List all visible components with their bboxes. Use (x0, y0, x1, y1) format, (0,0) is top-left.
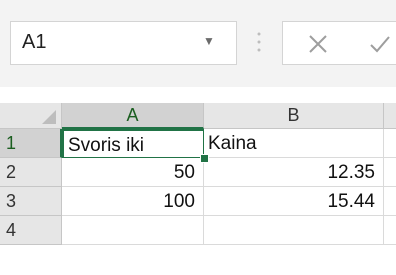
close-icon[interactable] (307, 33, 329, 60)
cell-b4[interactable] (204, 216, 384, 245)
cell-b2[interactable]: 12.35 (204, 158, 384, 187)
name-box[interactable]: A1 ▼ (10, 21, 237, 65)
cell-a4[interactable] (62, 216, 204, 245)
chevron-down-icon[interactable]: ▼ (203, 34, 215, 48)
cell-b1[interactable]: Kaina (204, 129, 384, 158)
spreadsheet-grid: A B 1 2 3 4 Svoris iki Kaina 50 12.35 10… (0, 103, 396, 275)
select-all-corner[interactable] (0, 103, 62, 129)
column-header-a[interactable]: A (62, 103, 204, 129)
cell-c1[interactable] (384, 129, 396, 158)
cell-a1[interactable]: Svoris iki (62, 129, 205, 159)
cell-a2[interactable]: 50 (62, 158, 204, 187)
row-header-4[interactable]: 4 (0, 216, 62, 245)
checkmark-icon[interactable] (369, 33, 391, 60)
cell-c2[interactable] (384, 158, 396, 187)
column-header-b[interactable]: B (204, 103, 384, 129)
formula-input[interactable] (282, 21, 396, 65)
formula-bar: A1 ▼ (0, 0, 396, 87)
cell-c4[interactable] (384, 216, 396, 245)
fill-handle[interactable] (200, 154, 209, 163)
row-header-3[interactable]: 3 (0, 187, 62, 216)
row-header-1[interactable]: 1 (0, 129, 62, 158)
name-box-value: A1 (22, 31, 47, 53)
cell-a3[interactable]: 100 (62, 187, 204, 216)
vertical-dots-icon (256, 31, 262, 58)
column-header-c[interactable] (384, 103, 396, 129)
cell-b3[interactable]: 15.44 (204, 187, 384, 216)
row-header-2[interactable]: 2 (0, 158, 62, 187)
cell-c3[interactable] (384, 187, 396, 216)
